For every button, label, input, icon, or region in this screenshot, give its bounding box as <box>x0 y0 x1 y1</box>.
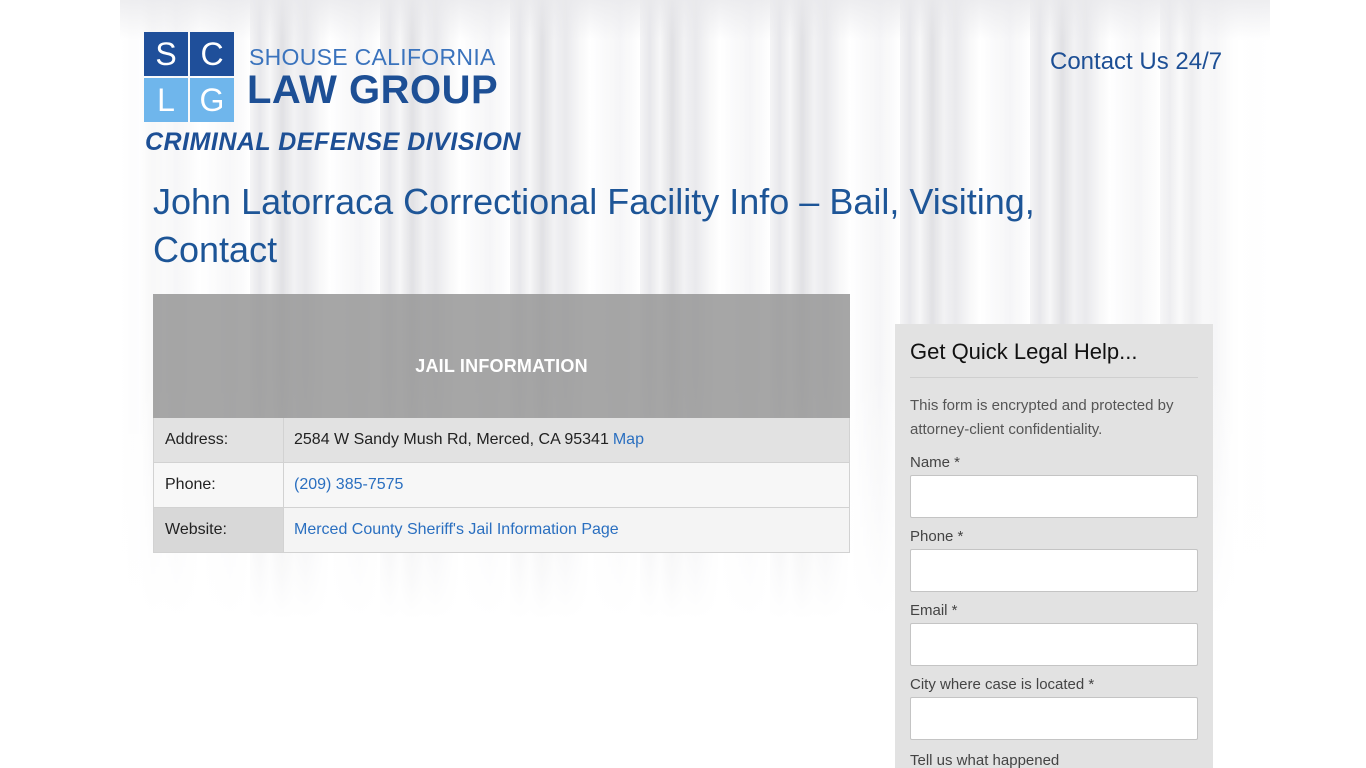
phone-cell: (209) 385-7575 <box>284 463 849 507</box>
email-field-label: Email * <box>910 602 958 619</box>
tell-us-label: Tell us what happened <box>910 752 1060 768</box>
website-link[interactable]: Merced County Sheriff's Jail Information… <box>294 521 619 539</box>
address-label: Address: <box>154 418 284 462</box>
city-field-label: City where case is located * <box>910 676 1095 693</box>
table-row-website: Website: Merced County Sheriff's Jail In… <box>153 508 850 553</box>
form-confidentiality-note: This form is encrypted and protected by … <box>910 397 1174 438</box>
logo-firm-name-main: LAW GROUP <box>247 68 499 112</box>
division-label: CRIMINAL DEFENSE DIVISION <box>145 128 521 156</box>
email-field[interactable] <box>910 623 1198 666</box>
phone-link[interactable]: (209) 385-7575 <box>294 476 403 494</box>
website-label: Website: <box>154 508 284 552</box>
address-cell: 2584 W Sandy Mush Rd, Merced, CA 95341 M… <box>284 418 849 462</box>
logo-letter-g: G <box>190 78 234 122</box>
phone-field[interactable] <box>910 549 1198 592</box>
name-field[interactable] <box>910 475 1198 518</box>
logo-letter-c: C <box>190 32 234 76</box>
table-row-address: Address: 2584 W Sandy Mush Rd, Merced, C… <box>153 418 850 463</box>
address-value: 2584 W Sandy Mush Rd, Merced, CA 95341 <box>294 431 609 448</box>
website-cell: Merced County Sheriff's Jail Information… <box>284 508 849 552</box>
jail-info-heading: JAIL INFORMATION <box>153 294 850 418</box>
city-field[interactable] <box>910 697 1198 740</box>
logo-firm-name-top: SHOUSE CALIFORNIA <box>249 44 496 70</box>
phone-label: Phone: <box>154 463 284 507</box>
logo-mark: S C L G <box>144 32 234 122</box>
name-field-label: Name * <box>910 454 961 471</box>
table-row-phone: Phone: (209) 385-7575 <box>153 463 850 508</box>
page-title: John Latorraca Correctional Facility Inf… <box>153 181 1035 270</box>
quick-legal-help-form: Get Quick Legal Help... This form is enc… <box>895 324 1213 768</box>
map-link[interactable]: Map <box>613 431 644 449</box>
logo-letter-l: L <box>144 78 188 122</box>
form-title: Get Quick Legal Help... <box>910 339 1198 378</box>
contact-us-link[interactable]: Contact Us 24/7 <box>1050 48 1222 76</box>
phone-field-label: Phone * <box>910 528 964 545</box>
jail-info-table: JAIL INFORMATION Address: 2584 W Sandy M… <box>153 294 850 553</box>
logo-letter-s: S <box>144 32 188 76</box>
